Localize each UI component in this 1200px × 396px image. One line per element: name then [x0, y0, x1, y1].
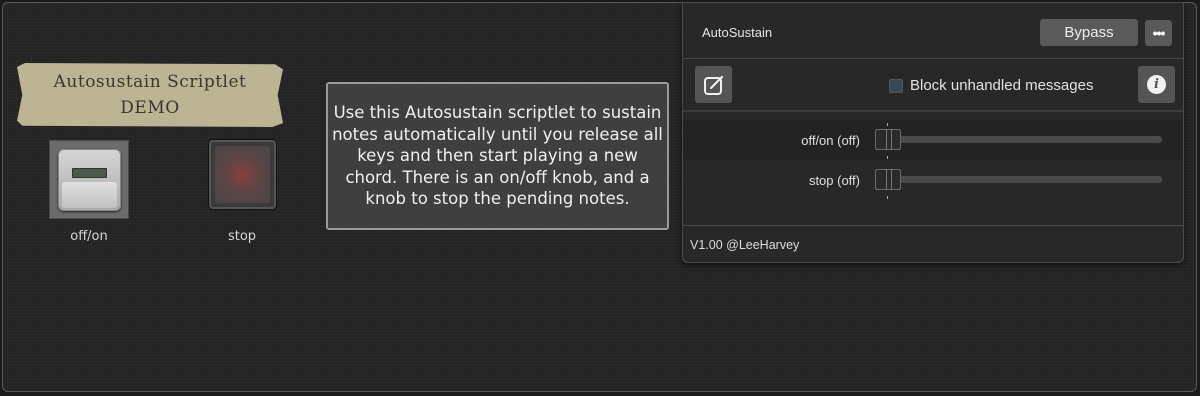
param-row: off/on (off)	[683, 120, 1183, 160]
slider-tick	[887, 156, 888, 159]
param-label: stop (off)	[808, 173, 860, 188]
off-on-switch[interactable]	[49, 140, 129, 219]
param-slider-thumb[interactable]	[875, 129, 901, 150]
banner-subtitle: DEMO	[120, 98, 180, 118]
stop-button[interactable]	[209, 140, 276, 209]
edit-button[interactable]	[695, 66, 732, 103]
param-slider-track[interactable]	[877, 176, 1162, 183]
banner-title: Autosustain Scriptlet	[53, 72, 247, 92]
parameter-list: off/on (off) stop (off)	[683, 120, 1183, 200]
info-icon: i	[1147, 75, 1166, 94]
plugin-header: AutoSustain Bypass •••	[683, 3, 1183, 59]
stop-button-light	[215, 146, 270, 203]
description-text: Use this Autosustain scriptlet to sustai…	[332, 103, 663, 209]
block-unhandled-label[interactable]: Block unhandled messages	[910, 77, 1093, 94]
plugin-footer: V1.00 @LeeHarvey	[683, 225, 1183, 263]
description-box: Use this Autosustain scriptlet to sustai…	[326, 82, 669, 230]
switch-body[interactable]	[58, 149, 121, 211]
title-banner: Autosustain Scriptlet DEMO	[17, 63, 283, 127]
param-label: off/on (off)	[801, 133, 860, 148]
param-slider-track[interactable]	[877, 136, 1162, 143]
switch-cap	[62, 182, 117, 208]
slider-tick	[887, 196, 888, 199]
param-row: stop (off)	[683, 160, 1183, 200]
stop-label: stop	[227, 229, 257, 244]
switch-label: off/on	[70, 229, 108, 244]
edit-icon	[703, 75, 723, 95]
slider-tick	[887, 123, 888, 126]
rackspace-panel: Autosustain Scriptlet DEMO off/on stop U…	[2, 2, 1197, 392]
param-slider-thumb[interactable]	[875, 169, 901, 190]
version-label: V1.00 @LeeHarvey	[690, 238, 800, 252]
more-icon[interactable]: •••	[1145, 20, 1172, 46]
plugin-toolbar: Block unhandled messages i	[683, 60, 1183, 112]
plugin-title: AutoSustain	[702, 25, 773, 40]
plugin-window: AutoSustain Bypass ••• Block unhandled m…	[682, 3, 1184, 263]
info-button[interactable]: i	[1138, 66, 1175, 103]
bypass-button[interactable]: Bypass	[1040, 19, 1138, 46]
switch-indicator	[72, 168, 107, 178]
block-unhandled-checkbox[interactable]	[889, 79, 903, 93]
